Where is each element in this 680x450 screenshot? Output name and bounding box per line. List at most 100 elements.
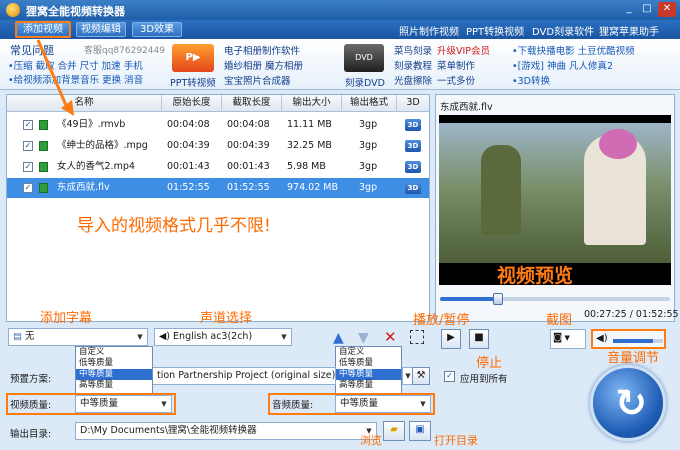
snapshot-button[interactable]: ◙ ▼ — [550, 329, 586, 349]
preset-settings-icon[interactable]: ⚒ — [412, 367, 430, 385]
output-dir-input[interactable]: D:\My Documents\狸窝\全能视频转换器 ▼ — [75, 422, 377, 440]
dropdown-option[interactable]: 高等质量 — [76, 380, 152, 391]
delete-icon[interactable]: ✕ — [384, 328, 397, 346]
row-cut: 01:52:55 — [227, 182, 270, 193]
burn-link-3[interactable]: 光盘擦除 — [394, 73, 432, 87]
add-video-button[interactable]: 添加视频 — [15, 21, 71, 38]
chevron-down-icon[interactable]: ▼ — [157, 396, 171, 412]
dropdown-option[interactable]: 自定义 — [76, 347, 152, 358]
support-qq: 客服qq876292449 — [84, 46, 165, 56]
row-size: 11.11 MB — [287, 119, 332, 130]
3d-badge-icon[interactable]: 3D — [405, 161, 421, 173]
link-photo-video[interactable]: 照片制作视频 — [399, 23, 459, 38]
maximize-icon[interactable]: □ — [638, 2, 656, 17]
album-link-1[interactable]: 电子相册制作软件 — [224, 43, 300, 57]
burn-link-1[interactable]: 菜鸟刻录 — [394, 43, 432, 57]
row-format: 3gp — [359, 161, 378, 172]
move-up-icon[interactable]: ▲ — [333, 330, 344, 346]
row-checkbox[interactable]: ✓ — [23, 120, 33, 130]
open-folder-button[interactable]: ▣ — [409, 421, 431, 441]
table-row[interactable]: ✓ 女人的香气2.mp4 00:01:43 00:01:43 5.98 MB 3… — [7, 157, 429, 177]
dropdown-option[interactable]: 高等质量 — [336, 380, 401, 391]
add-subtitle-label: 添加字幕 — [40, 311, 93, 326]
album-link-3[interactable]: 宝宝照片合成器 — [224, 73, 291, 87]
audio-quality-select[interactable]: 中等质量 ▼ — [335, 395, 431, 413]
table-row[interactable]: ✓ 《绅士的品格》.mpg 00:04:39 00:04:39 32.25 MB… — [7, 136, 429, 156]
title-bar: 狸窝全能视频转换器 _ □ ✕ — [0, 0, 680, 20]
menu-link[interactable]: 菜单制作 — [437, 58, 475, 72]
apply-all-checkbox[interactable]: ✓ — [444, 371, 455, 382]
effect-3d-button[interactable]: 3D效果 — [132, 22, 182, 37]
video-frame — [439, 123, 671, 263]
3d-badge-icon[interactable]: 3D — [405, 140, 421, 152]
chevron-down-icon[interactable]: ▼ — [277, 329, 291, 345]
edit-video-button[interactable]: 视频编辑 — [76, 22, 126, 37]
link-dvd-burn[interactable]: DVD刻录软件 — [532, 23, 594, 38]
clear-list-icon[interactable] — [410, 330, 424, 344]
burn-dvd-link[interactable]: 刻录DVD — [345, 75, 385, 89]
chevron-down-icon[interactable]: ▼ — [562, 334, 569, 342]
import-note: 导入的视频格式几乎不限! — [77, 216, 271, 236]
album-link-2[interactable]: 婚纱相册 魔方相册 — [224, 58, 303, 72]
dropdown-option[interactable]: 低等质量 — [76, 358, 152, 369]
dropdown-option[interactable]: 低等质量 — [336, 358, 401, 369]
video-quality-select[interactable]: 中等质量 ▼ — [75, 395, 172, 413]
3d-badge-icon[interactable]: 3D — [405, 182, 421, 194]
close-icon[interactable]: ✕ — [658, 2, 676, 17]
dropdown-option[interactable]: 自定义 — [336, 347, 401, 358]
subtitle-select[interactable]: ▤ 无 ▼ — [8, 328, 148, 346]
header-output-size[interactable]: 输出大小 — [282, 95, 342, 112]
link-ppt-video[interactable]: PPT转换视频 — [466, 23, 524, 38]
audio-track-value: English ac3(2ch) — [173, 331, 253, 342]
video-quality-options[interactable]: 自定义 低等质量 中等质量 高等质量 — [75, 346, 153, 394]
browse-folder-button[interactable]: ▰ — [383, 421, 405, 441]
move-down-icon[interactable]: ▼ — [358, 330, 369, 346]
link-apple-helper[interactable]: 狸窝苹果助手 — [599, 23, 659, 38]
audio-track-select[interactable]: ◀) English ac3(2ch) ▼ — [154, 328, 292, 346]
preset-value: tion Partnership Project (original size) — [157, 370, 336, 381]
play-pause-button[interactable]: ▶ — [441, 329, 461, 349]
burn-link-2[interactable]: 刻录教程 — [394, 58, 432, 72]
dropdown-option-selected[interactable]: 中等质量 — [76, 369, 152, 380]
speaker-icon: ◀) — [159, 331, 174, 342]
convert-button[interactable]: ↻ — [590, 365, 666, 441]
row-size: 5.98 MB — [287, 161, 326, 172]
header-orig-length[interactable]: 原始长度 — [162, 95, 222, 112]
volume-track[interactable] — [613, 339, 663, 343]
table-row[interactable]: ✓ 《49日》.rmvb 00:04:08 00:04:08 11.11 MB … — [7, 115, 429, 135]
seek-track[interactable] — [440, 293, 670, 305]
header-3d[interactable]: 3D — [397, 95, 429, 112]
row-checkbox[interactable]: ✓ — [23, 141, 33, 151]
audio-quality-options[interactable]: 自定义 低等质量 中等质量 高等质量 — [335, 346, 402, 394]
news-link-3[interactable]: •3D转换 — [512, 73, 550, 87]
row-name: 女人的香气2.mp4 — [57, 161, 135, 172]
header-cut-length[interactable]: 截取长度 — [222, 95, 282, 112]
ppt-to-video-link[interactable]: PPT转视频 — [170, 75, 216, 89]
volume-control[interactable]: ◀) — [591, 329, 666, 349]
row-checkbox[interactable]: ✓ — [23, 183, 33, 193]
row-format: 3gp — [359, 182, 378, 193]
copies-link[interactable]: 一式多份 — [437, 73, 475, 87]
table-row-selected[interactable]: ✓ 东成西就.flv 01:52:55 01:52:55 974.02 MB 3… — [7, 178, 429, 198]
stop-button[interactable]: ■ — [469, 329, 489, 349]
camera-icon: ◙ — [553, 332, 563, 343]
row-orig: 01:52:55 — [167, 182, 210, 193]
video-preview[interactable]: 视频预览 — [439, 115, 671, 285]
dvd-icon[interactable]: DVD — [344, 44, 384, 72]
minimize-icon[interactable]: _ — [620, 2, 638, 17]
seek-thumb[interactable] — [492, 293, 503, 305]
news-link-2[interactable]: •[游戏] 神曲 凡人修真2 — [512, 58, 613, 72]
row-checkbox[interactable]: ✓ — [23, 162, 33, 172]
dropdown-option-selected[interactable]: 中等质量 — [336, 369, 401, 380]
3d-badge-icon[interactable]: 3D — [405, 119, 421, 131]
apply-all-label[interactable]: 应用到所有 — [460, 371, 508, 385]
chevron-down-icon[interactable]: ▼ — [133, 329, 147, 345]
row-size: 32.25 MB — [287, 140, 332, 151]
chevron-down-icon[interactable]: ▼ — [416, 396, 430, 412]
header-output-format[interactable]: 输出格式 — [342, 95, 397, 112]
news-link-1[interactable]: •下载抉播电影 土豆优酷视频 — [512, 43, 635, 57]
preset-select[interactable]: tion Partnership Project (original size) — [153, 367, 336, 385]
vip-link[interactable]: 升级VIP会员 — [437, 43, 490, 57]
ppt-icon[interactable]: P▶ — [172, 44, 214, 72]
convert-arrow-icon: ↻ — [615, 381, 647, 425]
